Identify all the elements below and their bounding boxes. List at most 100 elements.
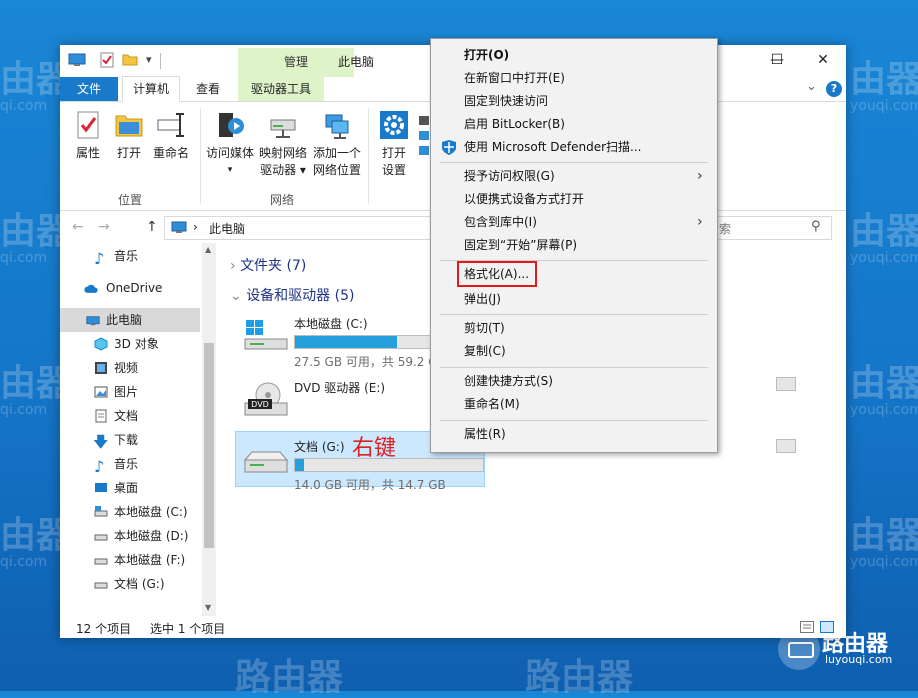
drive-c-usage-fill xyxy=(295,336,397,348)
search-icon: ⚲ xyxy=(811,219,821,234)
properties-button[interactable]: 属性 xyxy=(72,110,104,161)
menu-item-give-access[interactable]: 授予访问权限(G) › xyxy=(431,165,717,188)
drive-icon xyxy=(94,506,108,517)
devices-group-header[interactable]: ⌄ 设备和驱动器 (5) xyxy=(230,285,354,305)
submenu-arrow-icon: › xyxy=(697,214,703,230)
nav-item-drive-g[interactable]: 文档 (G:) xyxy=(60,572,200,596)
nav-item-pictures[interactable]: 图片 xyxy=(60,380,200,404)
menu-item-eject[interactable]: 弹出(J) xyxy=(431,288,717,311)
breadcrumb[interactable]: 此电脑 xyxy=(209,220,245,237)
menu-item-rename[interactable]: 重命名(M) xyxy=(431,393,717,416)
nav-item-this-pc[interactable]: 此电脑 xyxy=(60,308,200,332)
address-bar[interactable]: › 此电脑 xyxy=(164,216,432,240)
menu-item-bitlocker[interactable]: 启用 BitLocker(B) xyxy=(431,113,717,136)
forward-button[interactable]: → xyxy=(98,219,110,235)
nav-item-desktop[interactable]: 桌面 xyxy=(60,476,200,500)
properties-label: 属性 xyxy=(75,146,100,160)
open-settings-sub: 设置 xyxy=(381,163,406,177)
new-folder-quick-icon[interactable] xyxy=(122,53,138,66)
cloud-icon xyxy=(84,284,98,293)
back-button[interactable]: ← xyxy=(72,219,84,235)
folder-open-icon xyxy=(115,115,143,137)
quick-access-divider xyxy=(160,53,161,69)
search-input[interactable]: 索 xyxy=(719,220,731,237)
help-icon[interactable]: ? xyxy=(826,81,842,97)
menu-item-open[interactable]: 打开(O) xyxy=(431,44,717,67)
nav-item-music[interactable]: ♪ 音乐 xyxy=(60,452,200,476)
music-icon: ♪ xyxy=(94,249,105,268)
maximize-button-visible[interactable]: ☐ xyxy=(754,45,800,77)
menu-item-defender-scan[interactable]: 使用 Microsoft Defender扫描... xyxy=(431,136,717,159)
add-network-location-label: 添加一个 xyxy=(312,146,361,160)
tab-computer[interactable]: 计算机 xyxy=(122,76,180,102)
selected-count: 选中 1 个项目 xyxy=(150,622,226,636)
download-icon: 🡇 xyxy=(93,433,109,451)
rename-label: 重命名 xyxy=(152,146,189,160)
up-button[interactable]: ↑ xyxy=(146,219,158,235)
rename-icon xyxy=(157,113,184,137)
properties-quick-icon[interactable] xyxy=(100,52,114,68)
access-media-button[interactable]: 访问媒体 ▾ xyxy=(206,110,254,175)
nav-scrollbar[interactable]: ▲ ▼ xyxy=(202,243,216,616)
scroll-thumb[interactable] xyxy=(204,343,214,548)
status-bar: 12 个项目 选中 1 个项目 xyxy=(60,616,846,638)
watermark-right-1: 由器 youqi.com xyxy=(850,59,918,115)
settings-gear-icon xyxy=(380,111,408,139)
scroll-up-icon[interactable]: ▲ xyxy=(205,245,211,254)
scroll-down-icon[interactable]: ▼ xyxy=(205,603,211,612)
drive-g-name: 文档 (G:) xyxy=(294,440,345,454)
watermark-right-3: 由器 youqi.com xyxy=(850,363,918,419)
navigation-pane: ♪ 音乐 OneDrive 此电脑 3D 对象 视频 图片 文档 🡇 下载 ♪ 音乐 … xyxy=(60,243,216,616)
tab-file[interactable]: 文件 xyxy=(60,77,118,101)
nav-item-drive-d[interactable]: 本地磁盘 (D:) xyxy=(60,524,200,548)
dvd-drive-icon: DVD xyxy=(244,382,288,416)
nav-item-3d-objects[interactable]: 3D 对象 xyxy=(60,332,200,356)
quick-access-dropdown[interactable]: ▾ xyxy=(146,53,152,66)
nav-item-documents[interactable]: 文档 xyxy=(60,404,200,428)
menu-item-open-new-window[interactable]: 在新窗口中打开(E) xyxy=(431,67,717,90)
tab-view[interactable]: 查看 xyxy=(186,77,230,101)
folders-group-header[interactable]: › 文件夹 (7) xyxy=(230,255,306,275)
drive-c-name: 本地磁盘 (C:) xyxy=(294,317,368,331)
large-icons-view-icon[interactable] xyxy=(820,621,834,633)
open-settings-button[interactable]: 打开 设置 xyxy=(376,110,412,178)
nav-item-drive-f[interactable]: 本地磁盘 (F:) xyxy=(60,548,200,572)
rename-button[interactable]: 重命名 xyxy=(152,110,190,161)
menu-separator xyxy=(440,420,708,421)
nav-item-music-quick[interactable]: ♪ 音乐 xyxy=(60,244,200,268)
map-network-drive-button[interactable]: 映射网络 驱动器 ▾ xyxy=(258,110,308,178)
menu-separator xyxy=(440,314,708,315)
menu-item-cut[interactable]: 剪切(T) xyxy=(431,317,717,340)
open-settings-label: 打开 xyxy=(381,146,406,160)
details-view-icon[interactable] xyxy=(800,621,814,633)
tab-drive-tools[interactable]: 驱动器工具 xyxy=(238,77,324,101)
add-network-location-button[interactable]: 添加一个 网络位置 xyxy=(312,110,362,178)
drive-c-space: 27.5 GB 可用，共 59.2 GB xyxy=(294,355,446,369)
context-tab-group-manage: 管理 xyxy=(238,48,354,77)
menu-separator xyxy=(440,162,708,163)
nav-item-onedrive[interactable]: OneDrive xyxy=(60,276,200,300)
drive-icon xyxy=(243,451,289,473)
nav-item-drive-c[interactable]: 本地磁盘 (C:) xyxy=(60,500,200,524)
menu-item-include-library[interactable]: 包含到库中(I) › xyxy=(431,211,717,234)
video-icon xyxy=(95,362,107,374)
menu-item-pin-quick-access[interactable]: 固定到快速访问 xyxy=(431,90,717,113)
menu-item-open-portable[interactable]: 以便携式设备方式打开 xyxy=(431,188,717,211)
menu-item-copy[interactable]: 复制(C) xyxy=(431,340,717,363)
system-small-icon[interactable] xyxy=(418,116,430,156)
close-button[interactable]: ✕ xyxy=(800,45,846,77)
nav-item-downloads[interactable]: 🡇 下载 xyxy=(60,428,200,452)
drive-e-bar-overflow xyxy=(776,439,796,453)
watermark-right-4: 由器 youqi.com xyxy=(850,515,918,571)
nav-item-videos[interactable]: 视频 xyxy=(60,356,200,380)
search-box[interactable]: 索 ⚲ xyxy=(710,216,832,240)
menu-item-properties[interactable]: 属性(R) xyxy=(431,423,717,446)
drive-g-usage-fill xyxy=(295,459,305,471)
open-button[interactable]: 打开 xyxy=(112,110,146,161)
menu-item-create-shortcut[interactable]: 创建快捷方式(S) xyxy=(431,370,717,393)
menu-item-pin-start[interactable]: 固定到“开始”屏幕(P) xyxy=(431,234,717,257)
drive-icon xyxy=(94,582,108,589)
ribbon-divider xyxy=(200,108,201,204)
drive-g-space: 14.0 GB 可用，共 14.7 GB xyxy=(294,478,446,492)
ribbon-expand-icon[interactable]: ⌄ xyxy=(806,79,817,94)
